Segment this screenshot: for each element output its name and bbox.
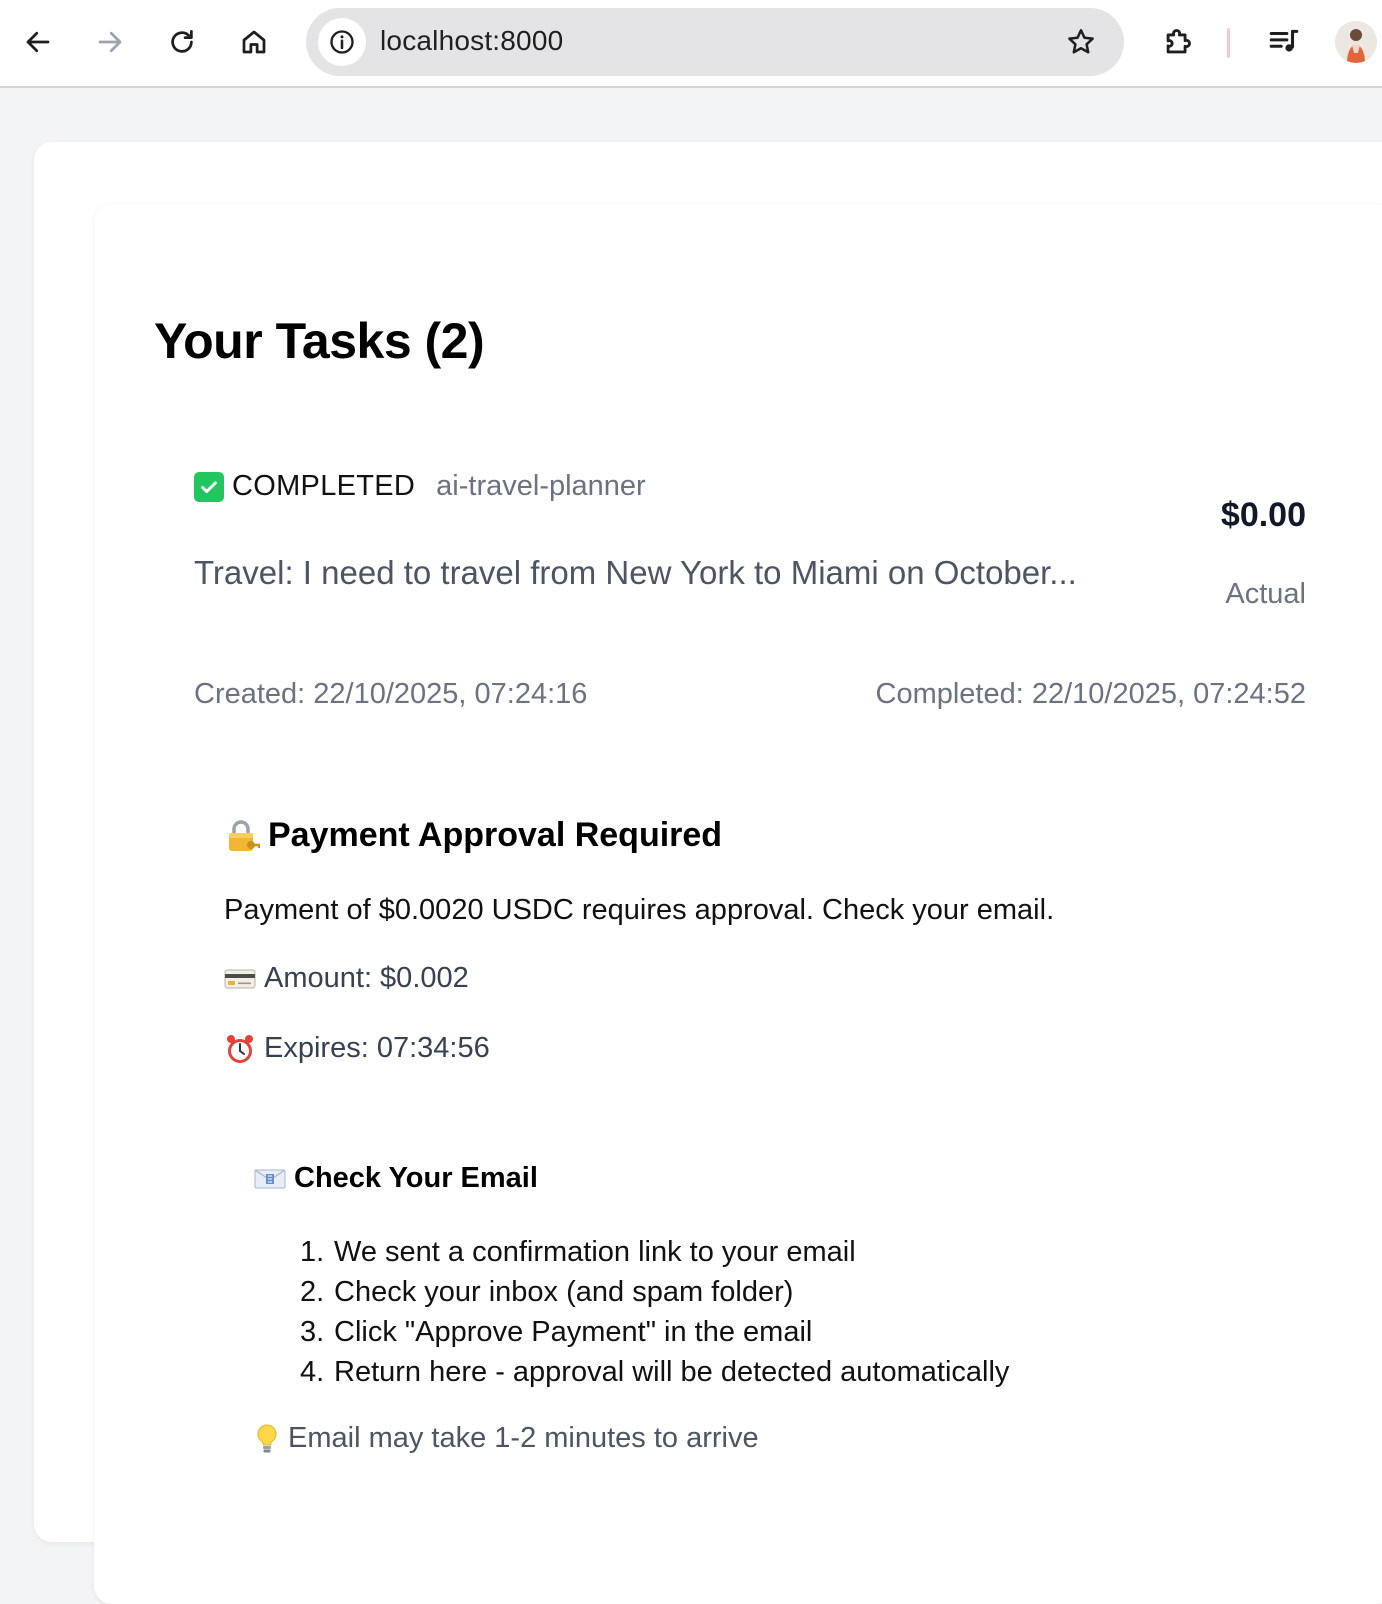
created-timestamp: Created: 22/10/2025, 07:24:16: [194, 678, 588, 710]
forward-button[interactable]: [88, 20, 132, 64]
agent-name: ai-travel-planner: [436, 470, 646, 502]
task-header: COMPLETED ai-travel-planner: [194, 470, 646, 503]
email-tip-text: Email may take 1-2 minutes to arrive: [288, 1422, 759, 1454]
email-steps-list: 1. We sent a confirmation link to your em…: [300, 1232, 1009, 1392]
extensions-button[interactable]: [1156, 20, 1200, 64]
reload-button[interactable]: [160, 20, 204, 64]
list-item: 1. We sent a confirmation link to your em…: [300, 1236, 856, 1268]
puzzle-icon: [1166, 29, 1191, 54]
info-icon: [330, 30, 354, 54]
browser-toolbar: localhost:8000: [0, 0, 1382, 88]
reload-icon: [171, 30, 193, 53]
arrow-right-icon: [98, 31, 122, 53]
light-bulb-icon: [254, 1423, 280, 1455]
address-bar[interactable]: localhost:8000: [306, 8, 1124, 76]
amount-row: Amount: $0.002: [224, 962, 469, 995]
media-control-icon: [1269, 29, 1299, 52]
email-title: Check Your Email: [294, 1162, 538, 1194]
alarm-clock-icon: [224, 1033, 256, 1065]
task-description: Travel: I need to travel from New York t…: [194, 554, 1077, 591]
status-badge: COMPLETED: [232, 470, 416, 502]
url-text[interactable]: localhost:8000: [380, 25, 563, 57]
price-label: Actual: [1225, 578, 1306, 610]
task-price: $0.00: [1220, 496, 1306, 534]
list-item: 3. Click "Approve Payment" in the email: [300, 1316, 813, 1348]
completed-timestamp: Completed: 22/10/2025, 07:24:52: [875, 678, 1307, 710]
page-container: Your Tasks (2) COMPLETED ai-travel-plann…: [34, 142, 1382, 1604]
expires-row: Expires: 07:34:56: [224, 1032, 490, 1065]
home-button[interactable]: [232, 20, 276, 64]
site-info-button[interactable]: [318, 18, 366, 66]
list-item: 2. Check your inbox (and spam folder): [300, 1276, 794, 1308]
white-check-mark-icon: [194, 471, 224, 502]
star-icon: [1068, 29, 1094, 54]
incoming-envelope-icon: [254, 1167, 286, 1191]
avatar: [1335, 21, 1377, 63]
media-control-button[interactable]: [1262, 20, 1306, 64]
home-icon: [242, 30, 266, 54]
approval-message: Payment of $0.0020 USDC requires approva…: [224, 894, 1055, 926]
email-heading: Check Your Email: [254, 1162, 538, 1195]
approval-title: Payment Approval Required: [268, 816, 723, 854]
page-title: Your Tasks (2): [154, 313, 485, 369]
back-button[interactable]: [16, 20, 60, 64]
arrow-left-icon: [26, 31, 50, 53]
list-item: 4. Return here - approval will be detecte…: [300, 1356, 1010, 1388]
bookmark-button[interactable]: [1060, 21, 1102, 63]
locked-with-key-icon: [224, 819, 260, 853]
profile-avatar[interactable]: [1335, 21, 1377, 63]
expiry-time: Expires: 07:34:56: [264, 1032, 490, 1064]
toolbar-divider: [1227, 28, 1230, 58]
tasks-card: Your Tasks (2) COMPLETED ai-travel-plann…: [94, 204, 1382, 1604]
credit-card-icon: [224, 967, 256, 991]
payment-amount: Amount: $0.002: [264, 962, 469, 994]
approval-heading: Payment Approval Required: [224, 816, 722, 855]
email-tip: Email may take 1-2 minutes to arrive: [254, 1422, 759, 1455]
